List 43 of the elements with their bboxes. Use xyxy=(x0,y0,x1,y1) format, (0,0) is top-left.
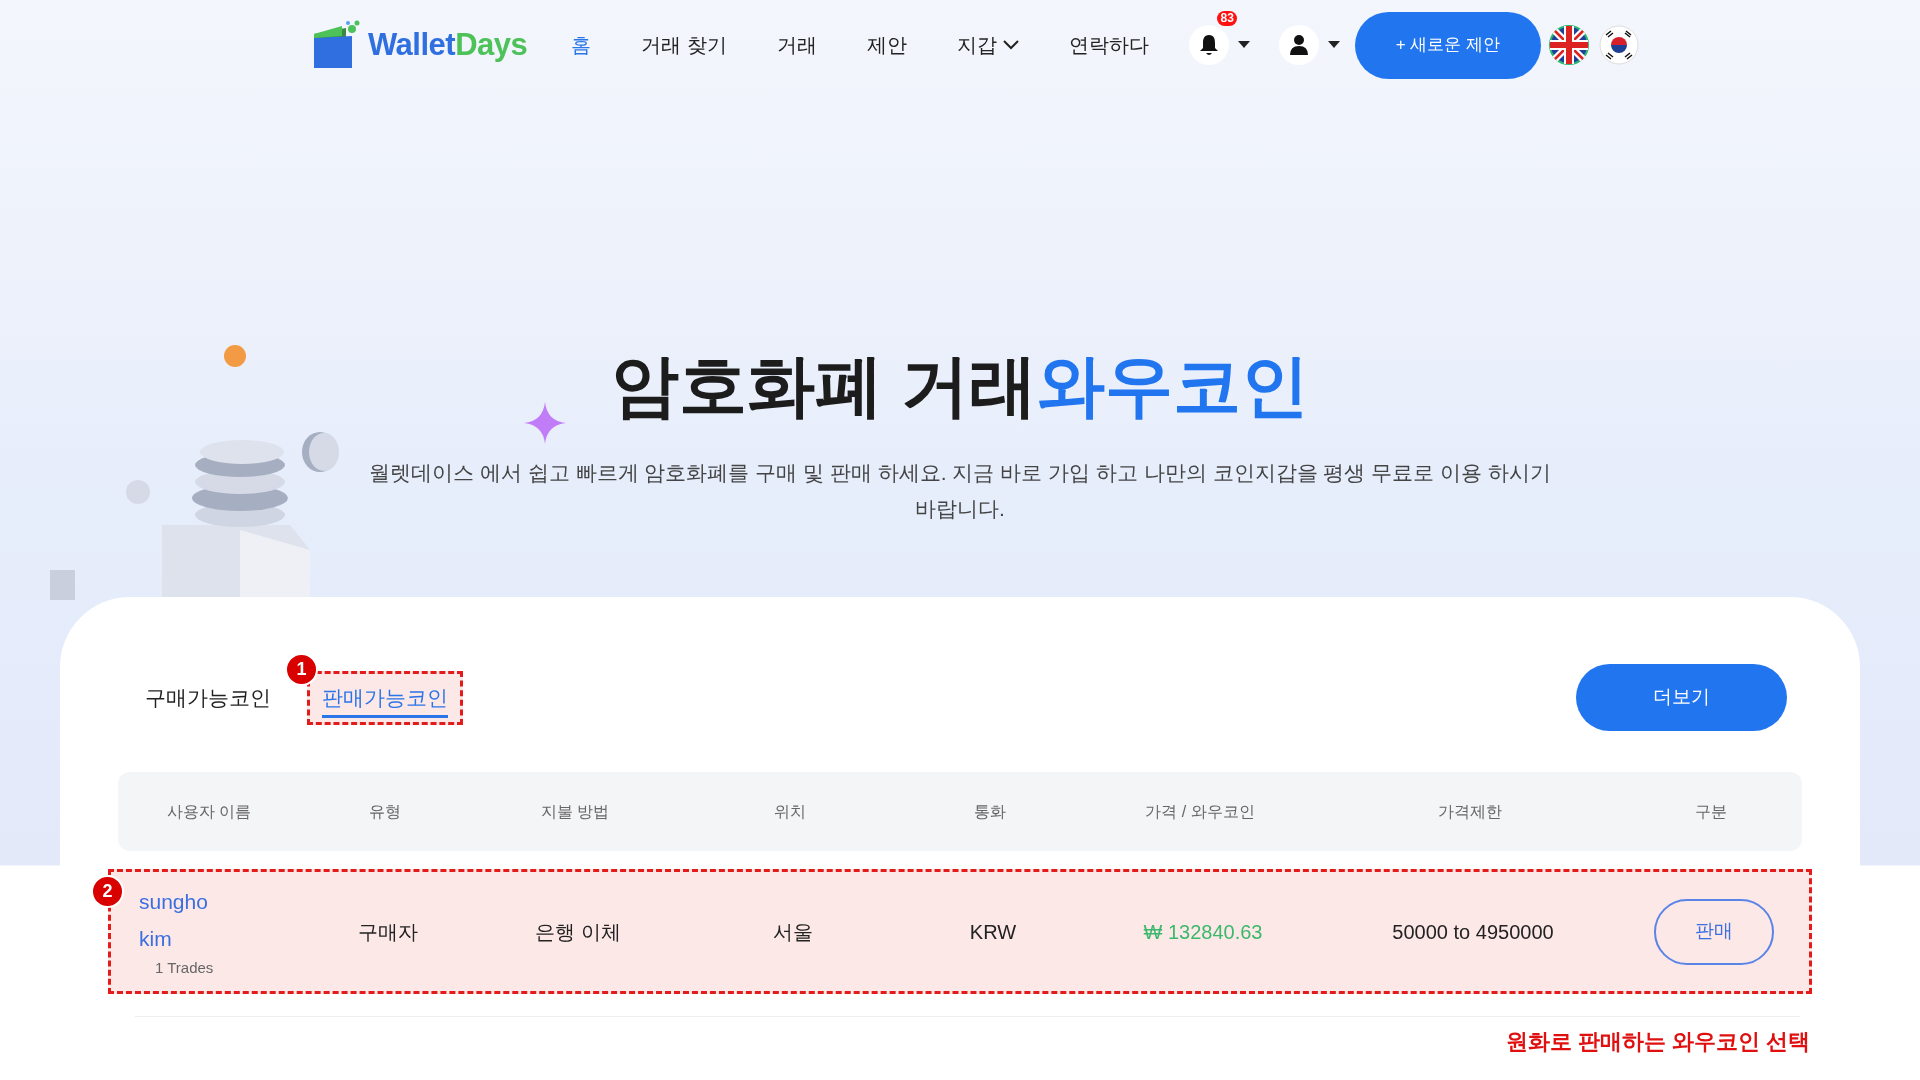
tab[interactable]: 구매가능코인 xyxy=(133,681,283,714)
table-cell: ₩ 132840.63 xyxy=(1143,920,1263,943)
more-button[interactable]: 더보기 xyxy=(1576,664,1787,731)
tab[interactable]: 판매가능코인 xyxy=(307,670,463,725)
column-header: 사용자 이름 xyxy=(165,801,253,822)
table-cell: 50000 to 4950000 xyxy=(1392,920,1554,943)
notification-badge: 83 xyxy=(1217,11,1237,27)
column-header: 유형 xyxy=(368,801,402,822)
column-header: 구분 xyxy=(1694,801,1728,822)
nav-link[interactable]: 지갑 xyxy=(956,30,1019,60)
nav-link[interactable]: 제안 xyxy=(866,30,907,60)
nav-link[interactable]: 홈 xyxy=(571,30,592,60)
column-header: 위치 xyxy=(773,801,807,822)
annotation-caption: 원화로 판매하는 와우코인 선택 xyxy=(1504,1028,1810,1056)
user-menu-button[interactable] xyxy=(1278,25,1319,65)
nav-link[interactable]: 연락하다 xyxy=(1068,30,1149,60)
table-cell: 구매자 xyxy=(358,920,418,943)
user-icon xyxy=(1289,34,1308,56)
column-header: 통화 xyxy=(973,801,1007,822)
nav-link[interactable]: 거래 찾기 xyxy=(641,30,727,60)
annotation-marker: 1 xyxy=(285,652,318,686)
notification-button[interactable] xyxy=(1188,25,1229,65)
nav-link[interactable]: 거래 xyxy=(776,30,817,60)
bell-icon xyxy=(1198,34,1219,56)
wallet-logo-icon xyxy=(312,20,360,70)
trades-count: 1 Trades xyxy=(155,958,215,979)
table-cell: 서울 xyxy=(773,920,813,943)
hero-subtitle: 월렛데이스 에서 쉽고 빠르게 암호화폐를 구매 및 판매 하세요. 지금 바로 가입 하고 나만의 코인지갑을 평생 무료로 이용 하시기 바랍니다. xyxy=(368,460,1552,522)
logo-text: WalletDays xyxy=(368,25,528,64)
sell-button[interactable]: 판매 xyxy=(1654,898,1774,965)
new-offer-button[interactable]: + 새로운 제안 xyxy=(1354,11,1541,79)
column-header: 지불 방법 xyxy=(539,801,611,822)
table-cell: 은행 이체 xyxy=(535,920,621,943)
caret-icon xyxy=(1326,40,1341,50)
dot-icon xyxy=(224,345,246,367)
username-link[interactable]: sungho kim xyxy=(139,883,229,958)
table-cell: KRW xyxy=(969,920,1017,943)
column-header: 가격 / 와우코인 xyxy=(1144,801,1256,822)
hero-title: 암호화폐 거래와우코인 xyxy=(610,346,1310,425)
flag-icon[interactable] xyxy=(1548,25,1589,65)
caret-icon xyxy=(1236,40,1251,50)
sparkle-icon xyxy=(524,402,566,444)
column-header: 가격제한 xyxy=(1437,801,1503,822)
